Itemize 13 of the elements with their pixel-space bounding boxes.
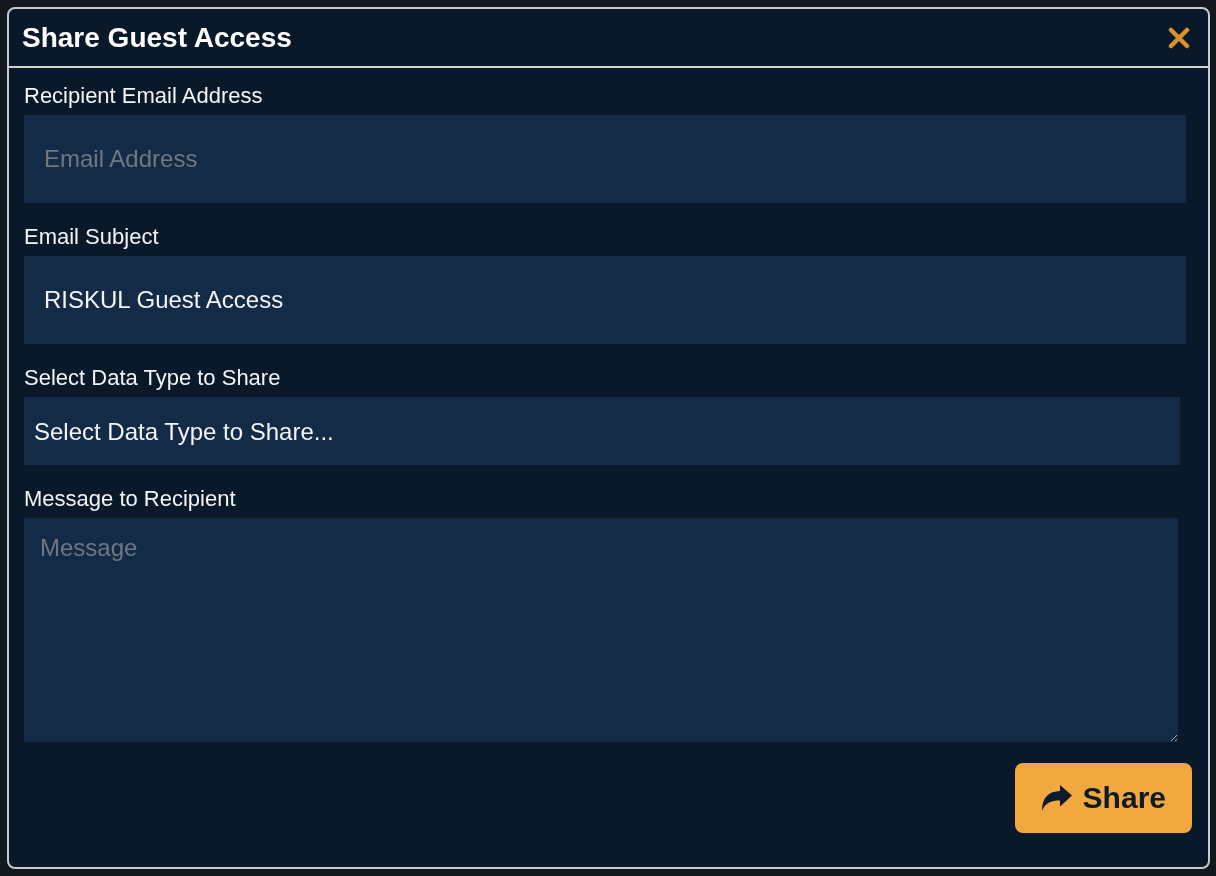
field-label: Select Data Type to Share <box>24 364 281 392</box>
field-label: Recipient Email Address <box>24 82 263 110</box>
message-field[interactable]: Message <box>24 518 1178 742</box>
email-field[interactable]: Email Address <box>24 115 1186 203</box>
select-field[interactable]: Select Data Type to Share... <box>24 397 1180 465</box>
field-label: Email Subject <box>24 223 159 251</box>
subject-field[interactable]: RISKUL Guest Access <box>24 256 1186 344</box>
close-icon <box>1168 26 1190 49</box>
share-button[interactable]: Share <box>1014 763 1192 833</box>
field-label: Message to Recipient <box>24 485 236 513</box>
share-arrow-icon <box>1040 784 1073 812</box>
dialog-title: Share Guest Access <box>22 21 292 54</box>
close-button[interactable] <box>1168 26 1190 49</box>
